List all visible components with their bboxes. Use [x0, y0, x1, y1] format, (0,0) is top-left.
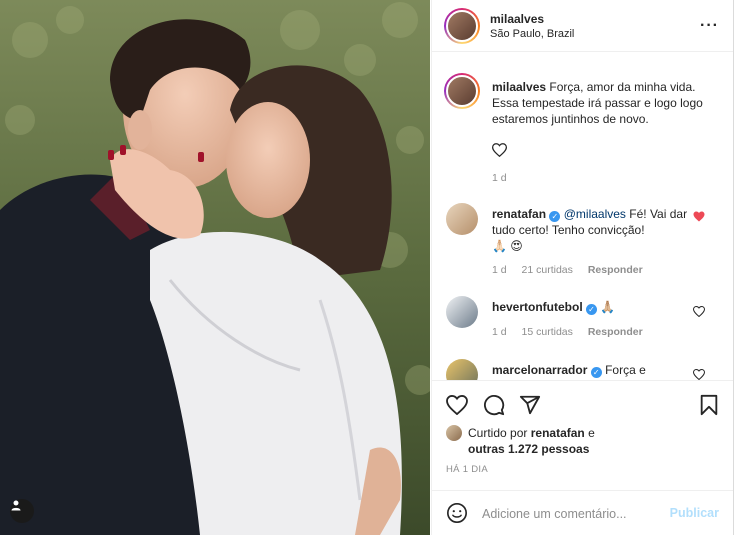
- publish-button[interactable]: Publicar: [670, 506, 719, 520]
- comment-username[interactable]: renatafan: [492, 207, 546, 221]
- post-actions: Curtido por renatafan e outras 1.272 pes…: [432, 380, 733, 535]
- bookmark-icon[interactable]: [699, 394, 719, 416]
- likes-middle: e: [588, 426, 595, 440]
- comment-bubble-icon[interactable]: [483, 394, 505, 416]
- caption-text-block: milaalves Força, amor da minha vida. Ess…: [492, 79, 722, 127]
- caption-avatar[interactable]: [444, 73, 480, 109]
- post-timestamp[interactable]: HÁ 1 DIA: [446, 464, 488, 475]
- comment-avatar[interactable]: [446, 296, 478, 328]
- add-comment-bar: Publicar: [432, 490, 733, 535]
- couple-kissing-image: [0, 0, 430, 535]
- comment-time: 1 d: [492, 326, 507, 338]
- comment-username[interactable]: hevertonfutebol: [492, 300, 583, 314]
- caption-username[interactable]: milaalves: [492, 80, 546, 94]
- comments-list: milaalves Força, amor da minha vida. Ess…: [432, 53, 733, 380]
- comment-time: 1 d: [492, 264, 507, 276]
- verified-badge-icon: ✓: [549, 211, 561, 222]
- author-username[interactable]: milaalves: [490, 12, 544, 26]
- liker-username[interactable]: renatafan: [531, 426, 585, 440]
- caption-heart-icon[interactable]: [492, 143, 507, 157]
- likes-others-link[interactable]: outras 1.272 pessoas: [468, 442, 589, 456]
- caption-meta: 1 d: [492, 172, 519, 184]
- comment-likes[interactable]: 15 curtidas: [522, 326, 573, 338]
- post-photo[interactable]: [0, 0, 430, 535]
- comment-like-heart-icon[interactable]: [693, 369, 705, 380]
- verified-badge-icon: ✓: [586, 304, 598, 315]
- likes-summary: Curtido por renatafan e outras 1.272 pes…: [468, 425, 595, 457]
- like-heart-icon[interactable]: [446, 395, 468, 415]
- comment-input[interactable]: [482, 504, 662, 524]
- comment-meta: 1 d 21 curtidas Responder: [492, 264, 655, 276]
- comment-item: hevertonfutebol ✓ 🙏🏼: [492, 299, 702, 315]
- post-side-panel: milaalves São Paulo, Brazil ··· milaalve…: [431, 0, 734, 535]
- comment-like-heart-icon[interactable]: [693, 211, 705, 222]
- comment-item: renatafan ✓ @milaalves Fé! Vai dar tudo …: [492, 206, 702, 254]
- comment-text: 🙏🏼: [600, 300, 616, 314]
- liker-avatar[interactable]: [446, 425, 462, 441]
- comment-avatar[interactable]: [446, 203, 478, 235]
- likes-prefix: Curtido por: [468, 426, 528, 440]
- user-icon: [11, 500, 21, 511]
- tag-people-button[interactable]: [10, 499, 34, 523]
- comment-text: Força e: [605, 363, 646, 377]
- emoji-smiley-icon[interactable]: [446, 502, 468, 524]
- comment-username[interactable]: marcelonarrador: [492, 363, 587, 377]
- author-avatar[interactable]: [444, 8, 480, 44]
- reply-button[interactable]: Responder: [588, 264, 643, 276]
- comment-emoji: 🙏🏻 😍: [492, 239, 523, 253]
- reply-button[interactable]: Responder: [588, 326, 643, 338]
- post-location[interactable]: São Paulo, Brazil: [490, 28, 574, 40]
- comment-like-heart-icon[interactable]: [693, 306, 705, 317]
- comment-likes[interactable]: 21 curtidas: [522, 264, 573, 276]
- post-header: milaalves São Paulo, Brazil ···: [432, 0, 733, 52]
- ellipsis-icon[interactable]: ···: [700, 17, 719, 35]
- verified-badge-icon: ✓: [590, 367, 602, 378]
- comment-meta: 1 d 15 curtidas Responder: [492, 326, 655, 338]
- comment-item: marcelonarrador ✓ Força e: [492, 362, 702, 378]
- comment-avatar[interactable]: [446, 359, 478, 380]
- caption-time: 1 d: [492, 172, 507, 184]
- comment-mention[interactable]: @milaalves: [564, 207, 626, 221]
- share-paper-plane-icon[interactable]: [519, 394, 541, 416]
